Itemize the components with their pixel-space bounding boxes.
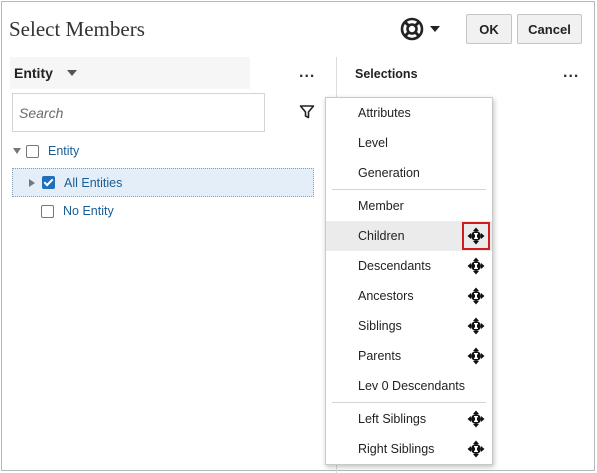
menu-item-children[interactable]: Children (326, 221, 492, 251)
help-menu-button[interactable] (400, 16, 448, 42)
menu-item-parents[interactable]: Parents (326, 341, 492, 371)
right-more-options-button[interactable]: ... (563, 65, 579, 81)
menu-item-right-siblings[interactable]: Right Siblings (326, 434, 492, 464)
menu-item-label: Member (358, 199, 404, 213)
menu-separator (332, 189, 486, 190)
ok-button[interactable]: OK (466, 14, 512, 44)
tree-node-entity[interactable]: Entity (13, 139, 79, 163)
menu-item-label: Left Siblings (358, 412, 427, 426)
select-members-dialog: Select Members OK Cancel Entity ... Enti… (1, 1, 595, 473)
menu-item-ancestors[interactable]: Ancestors (326, 281, 492, 311)
dimension-selector[interactable]: Entity (10, 57, 250, 89)
menu-item-label: Descendants (358, 259, 431, 273)
menu-item-left-siblings[interactable]: Left Siblings (326, 404, 492, 434)
menu-item-label: Siblings (358, 319, 402, 333)
inclusive-selection-icon[interactable] (467, 287, 485, 305)
inclusive-selection-icon[interactable] (467, 410, 485, 428)
expand-arrow-icon[interactable] (29, 178, 35, 187)
all-entities-checkbox[interactable] (42, 176, 55, 189)
menu-item-attributes[interactable]: Attributes (326, 98, 492, 128)
menu-item-siblings[interactable]: Siblings (326, 311, 492, 341)
tree-node-label[interactable]: All Entities (64, 176, 122, 190)
menu-item-level[interactable]: Level (326, 128, 492, 158)
left-more-options-button[interactable]: ... (299, 65, 315, 81)
children-inclusive-toggle[interactable] (462, 222, 490, 250)
inclusive-selection-icon[interactable] (467, 317, 485, 335)
menu-item-label: Attributes (358, 106, 411, 120)
menu-item-label: Generation (358, 166, 420, 180)
lifebuoy-icon (400, 17, 424, 41)
tree-node-label[interactable]: No Entity (63, 204, 114, 218)
cancel-button[interactable]: Cancel (517, 14, 582, 44)
dialog-title: Select Members (9, 17, 145, 41)
no-entity-checkbox[interactable] (41, 204, 54, 218)
menu-separator (332, 402, 486, 403)
inclusive-selection-icon[interactable] (467, 257, 485, 275)
menu-item-label: Ancestors (358, 289, 414, 303)
menu-item-member[interactable]: Member (326, 191, 492, 221)
tree-node-no-entity[interactable]: No Entity (41, 199, 114, 223)
tree-node-label[interactable]: Entity (48, 144, 79, 158)
search-input[interactable] (12, 93, 265, 132)
menu-item-label: Level (358, 136, 388, 150)
inclusive-selection-icon[interactable] (467, 440, 485, 458)
selections-title: Selections (355, 67, 418, 81)
menu-item-generation[interactable]: Generation (326, 158, 492, 188)
entity-checkbox[interactable] (26, 144, 39, 158)
menu-item-lev0-descendants[interactable]: Lev 0 Descendants (326, 371, 492, 401)
menu-item-descendants[interactable]: Descendants (326, 251, 492, 281)
chevron-down-icon (430, 26, 440, 32)
menu-item-label: Right Siblings (358, 442, 435, 456)
inclusive-selection-icon (467, 227, 485, 245)
menu-item-label: Children (358, 229, 405, 243)
menu-item-label: Parents (358, 349, 402, 363)
inclusive-selection-icon[interactable] (467, 347, 485, 365)
collapse-arrow-icon[interactable] (13, 148, 21, 154)
tree-node-all-entities[interactable]: All Entities (12, 168, 314, 197)
dimension-label: Entity (14, 65, 53, 81)
menu-item-label: Lev 0 Descendants (358, 379, 466, 393)
selection-options-menu: Attributes Level Generation Member Child… (325, 97, 493, 465)
caret-down-icon (66, 70, 77, 76)
filter-icon[interactable] (299, 104, 315, 120)
